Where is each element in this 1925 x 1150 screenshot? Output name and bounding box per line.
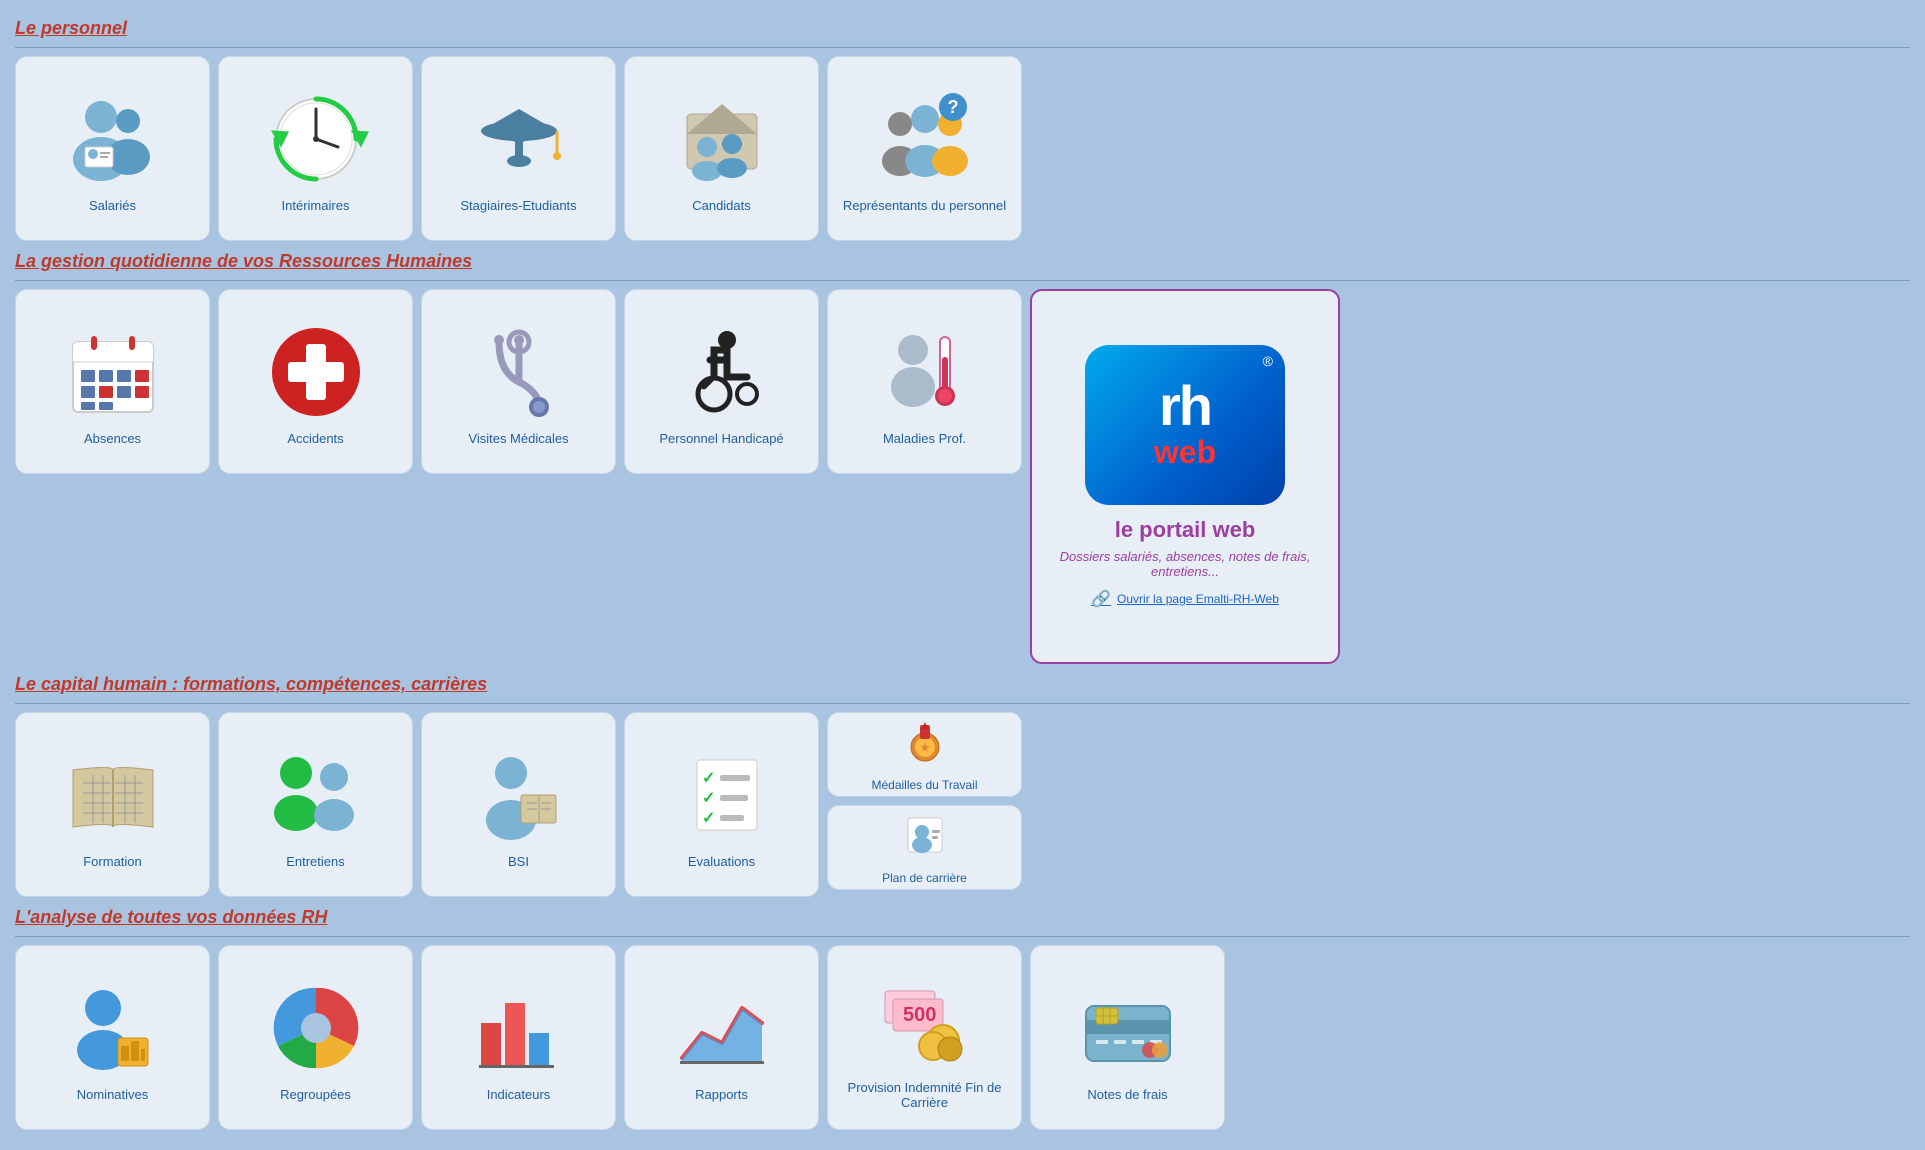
section-capital: Le capital humain : formations, compéten… [15,674,1910,897]
stagiaires-label: Stagiaires-Etudiants [460,198,576,213]
salaries-icon [63,84,163,194]
formation-icon [63,740,163,850]
salaries-label: Salariés [89,198,136,213]
entretiens-label: Entretiens [286,854,345,869]
indicateurs-icon [469,973,569,1083]
personnel-grid: Salariés Intérimair [15,56,1910,241]
card-provision[interactable]: 500 500 Provision Indemnité Fin de Carri… [827,945,1022,1130]
indicateurs-label: Indicateurs [487,1087,551,1102]
card-representants[interactable]: ? Représentants du personnel [827,56,1022,241]
card-absences[interactable]: Absences [15,289,210,474]
rhweb-link-icon: 🔗 [1091,589,1111,609]
card-candidats[interactable]: Candidats [624,56,819,241]
plan-carriere-icon [900,810,950,868]
analyse-grid: Nominatives Regroupées [15,945,1910,1130]
nominatives-label: Nominatives [77,1087,149,1102]
stagiaires-icon [469,84,569,194]
bsi-label: BSI [508,854,529,869]
rhweb-link-label: Ouvrir la page Emalti-RH-Web [1117,592,1279,606]
medailles-icon: ★ [900,717,950,775]
provision-icon: 500 500 [875,966,975,1076]
notes-frais-label: Notes de frais [1087,1087,1167,1102]
card-stagiaires[interactable]: Stagiaires-Etudiants [421,56,616,241]
representants-icon: ? [875,84,975,194]
entretiens-icon [266,740,366,850]
rapports-icon [672,973,772,1083]
capital-small-cards: ★ Médailles du Travail [827,712,1022,897]
notes-frais-icon [1078,973,1178,1083]
handicape-label: Personnel Handicapé [659,431,783,446]
section-analyse: L'analyse de toutes vos données RH Nomin… [15,907,1910,1130]
visites-label: Visites Médicales [468,431,568,446]
gestion-grid: Absences Accidents [15,289,1022,664]
rhweb-desc: Dossiers salariés, absences, notes de fr… [1047,549,1323,579]
svg-text:500: 500 [903,1004,936,1026]
handicape-icon [672,317,772,427]
interimaires-icon [266,84,366,194]
rhweb-link[interactable]: 🔗 Ouvrir la page Emalti-RH-Web [1091,589,1279,609]
evaluations-icon: ✓ ✓ ✓ [672,740,772,850]
section-personnel: Le personnel Salariés [15,18,1910,241]
card-entretiens[interactable]: Entretiens [218,712,413,897]
card-maladies[interactable]: Maladies Prof. [827,289,1022,474]
maladies-icon [875,317,975,427]
rhweb-logo: ® rh web [1085,345,1285,505]
regroupees-label: Regroupées [280,1087,351,1102]
accidents-icon [266,317,366,427]
card-rapports[interactable]: Rapports [624,945,819,1130]
rhweb-panel[interactable]: ® rh web le portail web Dossiers salarié… [1030,289,1340,664]
card-regroupees[interactable]: Regroupées [218,945,413,1130]
section-title-personnel: Le personnel [15,18,1910,39]
rhweb-title: le portail web [1115,517,1256,543]
card-nominatives[interactable]: Nominatives [15,945,210,1130]
bsi-icon [469,740,569,850]
card-visites[interactable]: Visites Médicales [421,289,616,474]
svg-text:★: ★ [920,742,930,754]
accidents-label: Accidents [287,431,343,446]
svg-text:✓: ✓ [702,810,715,827]
representants-label: Représentants du personnel [843,198,1006,213]
card-interimaires[interactable]: Intérimaires [218,56,413,241]
card-handicape[interactable]: Personnel Handicapé [624,289,819,474]
absences-icon [63,317,163,427]
card-medailles[interactable]: ★ Médailles du Travail [827,712,1022,797]
nominatives-icon [63,973,163,1083]
medailles-label: Médailles du Travail [871,778,977,792]
section-title-capital: Le capital humain : formations, compéten… [15,674,1910,695]
svg-text:✓: ✓ [702,790,715,807]
svg-text:?: ? [947,97,958,117]
card-bsi[interactable]: BSI [421,712,616,897]
candidats-label: Candidats [692,198,751,213]
absences-label: Absences [84,431,141,446]
formation-label: Formation [83,854,142,869]
capital-row: Formation Entretiens [15,712,1910,897]
evaluations-label: Evaluations [688,854,755,869]
section-gestion: La gestion quotidienne de vos Ressources… [15,251,1910,664]
card-accidents[interactable]: Accidents [218,289,413,474]
interimaires-label: Intérimaires [282,198,350,213]
maladies-label: Maladies Prof. [883,431,966,446]
card-plan-carriere[interactable]: Plan de carrière [827,805,1022,890]
regroupees-icon [266,973,366,1083]
card-salaries[interactable]: Salariés [15,56,210,241]
visites-icon [469,317,569,427]
svg-text:✓: ✓ [702,770,715,787]
section-title-analyse: L'analyse de toutes vos données RH [15,907,1910,928]
candidats-icon [672,84,772,194]
plan-carriere-label: Plan de carrière [882,871,967,885]
card-formation[interactable]: Formation [15,712,210,897]
section-title-gestion: La gestion quotidienne de vos Ressources… [15,251,1910,272]
card-notes-frais[interactable]: Notes de frais [1030,945,1225,1130]
provision-label: Provision Indemnité Fin de Carrière [838,1080,1011,1110]
card-evaluations[interactable]: ✓ ✓ ✓ Evaluations [624,712,819,897]
rapports-label: Rapports [695,1087,748,1102]
card-indicateurs[interactable]: Indicateurs [421,945,616,1130]
